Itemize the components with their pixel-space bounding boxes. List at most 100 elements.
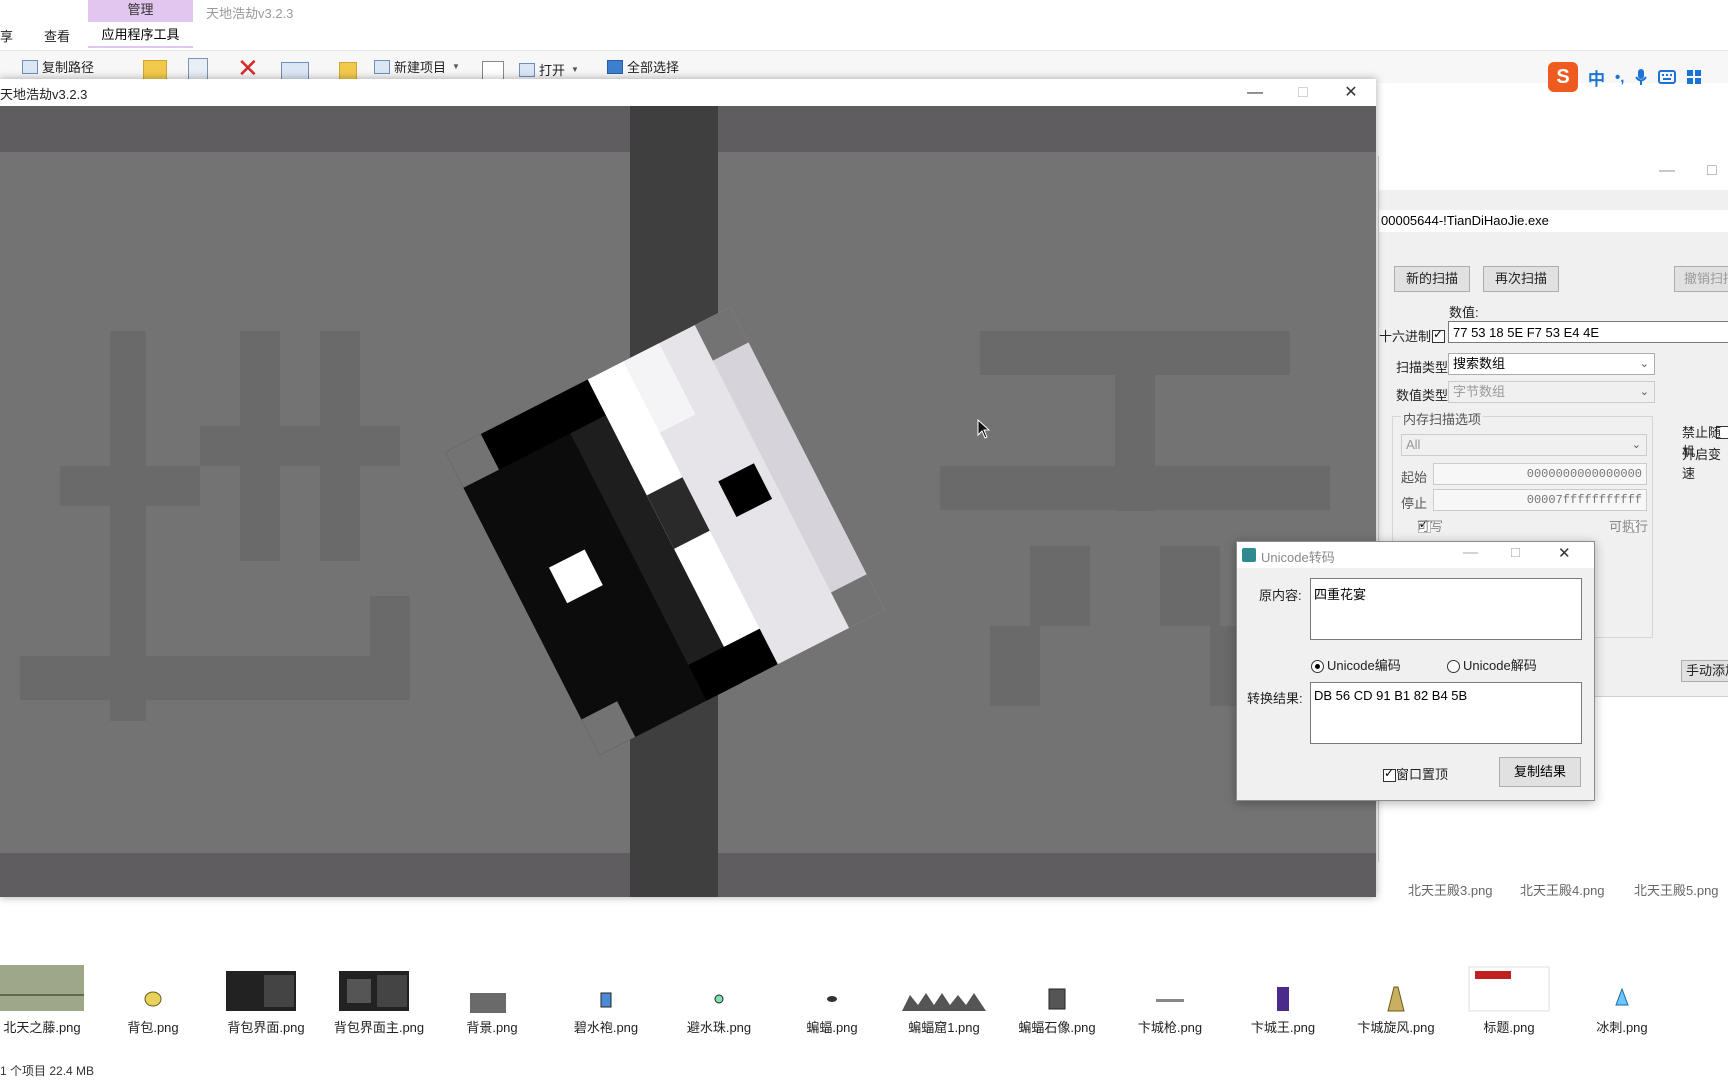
value-type-select[interactable]: 字节数组 ⌄: [1448, 381, 1655, 403]
ime-punctuation[interactable]: •,: [1615, 69, 1624, 86]
file-name: 卞城王.png: [1250, 1020, 1316, 1035]
file-item[interactable]: 冰刺.png: [1567, 965, 1677, 1036]
decode-radio-dot: [1447, 660, 1460, 674]
dialog-minimize-button[interactable]: —: [1463, 544, 1478, 561]
select-all-button[interactable]: 全部选择: [607, 57, 679, 76]
scan-value-input[interactable]: 77 53 18 5E F7 53 E4 4E: [1448, 321, 1728, 343]
topmost-check: [1383, 766, 1396, 783]
keyboard-icon[interactable]: [1658, 70, 1677, 84]
file-item[interactable]: 蝙蝠.png: [777, 965, 887, 1036]
ce-maximize-button[interactable]: □: [1707, 162, 1717, 180]
file-name: 背景.png: [466, 1020, 518, 1035]
decode-radio[interactable]: Unicode解码: [1447, 655, 1537, 674]
file-item[interactable]: 卞城枪.png: [1115, 965, 1225, 1036]
new-item-label: 新建项目: [394, 60, 447, 75]
ce-minimize-button[interactable]: —: [1659, 162, 1675, 180]
stop-label: 停止: [1401, 496, 1428, 511]
copy-result-button[interactable]: 复制结果: [1499, 757, 1581, 787]
file-item[interactable]: 北天之藤.png: [0, 965, 97, 1036]
rename-icon[interactable]: [281, 62, 309, 80]
file-item[interactable]: 标题.png: [1454, 965, 1564, 1036]
ime-mode[interactable]: 中: [1588, 65, 1605, 90]
file-name: 蝙蝠窟1.png: [908, 1020, 980, 1035]
close-button[interactable]: ✕: [1328, 79, 1374, 106]
chevron-down-icon: ⌄: [1639, 386, 1649, 398]
properties-icon[interactable]: [482, 61, 504, 81]
bat-statue-thumb: [1048, 988, 1066, 1010]
tab-manage[interactable]: 管理: [88, 0, 193, 22]
file-name: 卞城旋风.png: [1357, 1020, 1435, 1035]
result-textarea[interactable]: DB 56 CD 91 B1 82 B4 5B: [1310, 682, 1582, 744]
undo-scan-button[interactable]: 撤销扫描: [1674, 266, 1728, 292]
new-scan-button[interactable]: 新的扫描: [1394, 266, 1470, 292]
next-scan-button[interactable]: 再次扫描: [1483, 266, 1559, 292]
file-item[interactable]: 卞城王.png: [1228, 965, 1338, 1036]
open-icon: [519, 62, 535, 77]
file-label-cut[interactable]: 北天王殿3.png: [1408, 880, 1493, 899]
dialog-maximize-button[interactable]: □: [1511, 544, 1520, 561]
encode-radio[interactable]: Unicode编码: [1311, 655, 1401, 674]
executable-label: 可执行: [1609, 519, 1649, 534]
new-item-button[interactable]: 新建项目 ▼: [374, 57, 460, 76]
bag-ui-thumb: [226, 971, 296, 1011]
file-item[interactable]: 卞城旋风.png: [1341, 965, 1451, 1036]
mem-region-select[interactable]: All ⌄: [1401, 434, 1647, 456]
microphone-icon[interactable]: [1634, 68, 1648, 86]
chevron-down-icon: ▼: [571, 65, 579, 74]
hex-checkbox[interactable]: [1432, 327, 1445, 344]
open-button[interactable]: 打开 ▼: [519, 60, 579, 79]
delete-icon[interactable]: ✕: [237, 55, 259, 81]
game-titlebar: [0, 79, 1376, 107]
file-item[interactable]: 蝙蝠石像.png: [1002, 965, 1112, 1036]
file-item[interactable]: 背景.png: [437, 965, 547, 1036]
file-name: 背包界面.png: [227, 1020, 305, 1035]
grid-icon[interactable]: [1686, 69, 1702, 85]
sogou-logo-icon[interactable]: S: [1548, 62, 1578, 92]
mem-region-value: All: [1406, 437, 1421, 452]
file-name: 蝙蝠.png: [806, 1020, 858, 1035]
result-label: 转换结果:: [1247, 691, 1303, 706]
file-label-cut[interactable]: 北天王殿4.png: [1520, 880, 1605, 899]
start-label: 起始: [1401, 470, 1428, 485]
manual-add-button[interactable]: 手动添加: [1681, 660, 1728, 682]
start-address-input[interactable]: 0000000000000000: [1433, 463, 1647, 485]
ce-process-name: 00005644-!TianDiHaoJie.exe: [1379, 210, 1728, 232]
bat-cave-thumb: [902, 993, 986, 1011]
file-item[interactable]: 碧水袍.png: [551, 965, 661, 1036]
ime-toolbar: S 中 •,: [1548, 60, 1718, 94]
spear-thumb: [1156, 999, 1184, 1002]
source-textarea[interactable]: 四重花宴: [1310, 578, 1582, 640]
explorer-window-title: 天地浩劫v3.2.3: [206, 6, 294, 21]
tab-view[interactable]: 查看: [44, 26, 70, 45]
scan-type-select[interactable]: 搜索数组 ⌄: [1448, 353, 1655, 375]
tab-share[interactable]: 享: [0, 26, 13, 45]
file-label-cut[interactable]: 北天王殿5.png: [1634, 880, 1719, 899]
game-canvas[interactable]: [0, 106, 1376, 897]
tab-app-tools[interactable]: 应用程序工具: [88, 22, 193, 48]
file-item[interactable]: 背包.png: [98, 965, 208, 1036]
maximize-button[interactable]: □: [1280, 79, 1326, 106]
whirlwind-thumb: [1387, 986, 1405, 1012]
folder-icon[interactable]: [143, 60, 167, 80]
value-label: 数值:: [1449, 305, 1479, 320]
topmost-checkbox[interactable]: 窗口置顶: [1383, 764, 1448, 783]
encode-radio-label: Unicode编码: [1327, 658, 1401, 673]
file-item[interactable]: 蝙蝠窟1.png: [889, 965, 999, 1036]
dialog-title: Unicode转码: [1261, 550, 1335, 565]
chevron-down-icon: ⌄: [1639, 358, 1649, 370]
copy-path-button[interactable]: 复制路径: [22, 57, 94, 76]
file-name: 北天之藤.png: [3, 1020, 81, 1035]
file-name: 标题.png: [1483, 1020, 1535, 1035]
dialog-close-button[interactable]: ✕: [1558, 544, 1571, 562]
file-item[interactable]: 背包界面.png: [211, 965, 321, 1036]
file-item[interactable]: 背包界面主.png: [324, 965, 434, 1036]
stop-address-input[interactable]: 00007fffffffffff: [1433, 489, 1647, 511]
king-thumb: [1277, 987, 1289, 1011]
source-label: 原内容:: [1259, 588, 1302, 603]
status-bar: 1 个项目 22.4 MB: [0, 1064, 95, 1078]
file-name: 避水珠.png: [686, 1020, 752, 1035]
copy-icon[interactable]: [188, 58, 208, 80]
file-item[interactable]: 避水珠.png: [664, 965, 774, 1036]
minimize-button[interactable]: —: [1232, 79, 1278, 106]
new-folder-icon[interactable]: [339, 62, 357, 80]
